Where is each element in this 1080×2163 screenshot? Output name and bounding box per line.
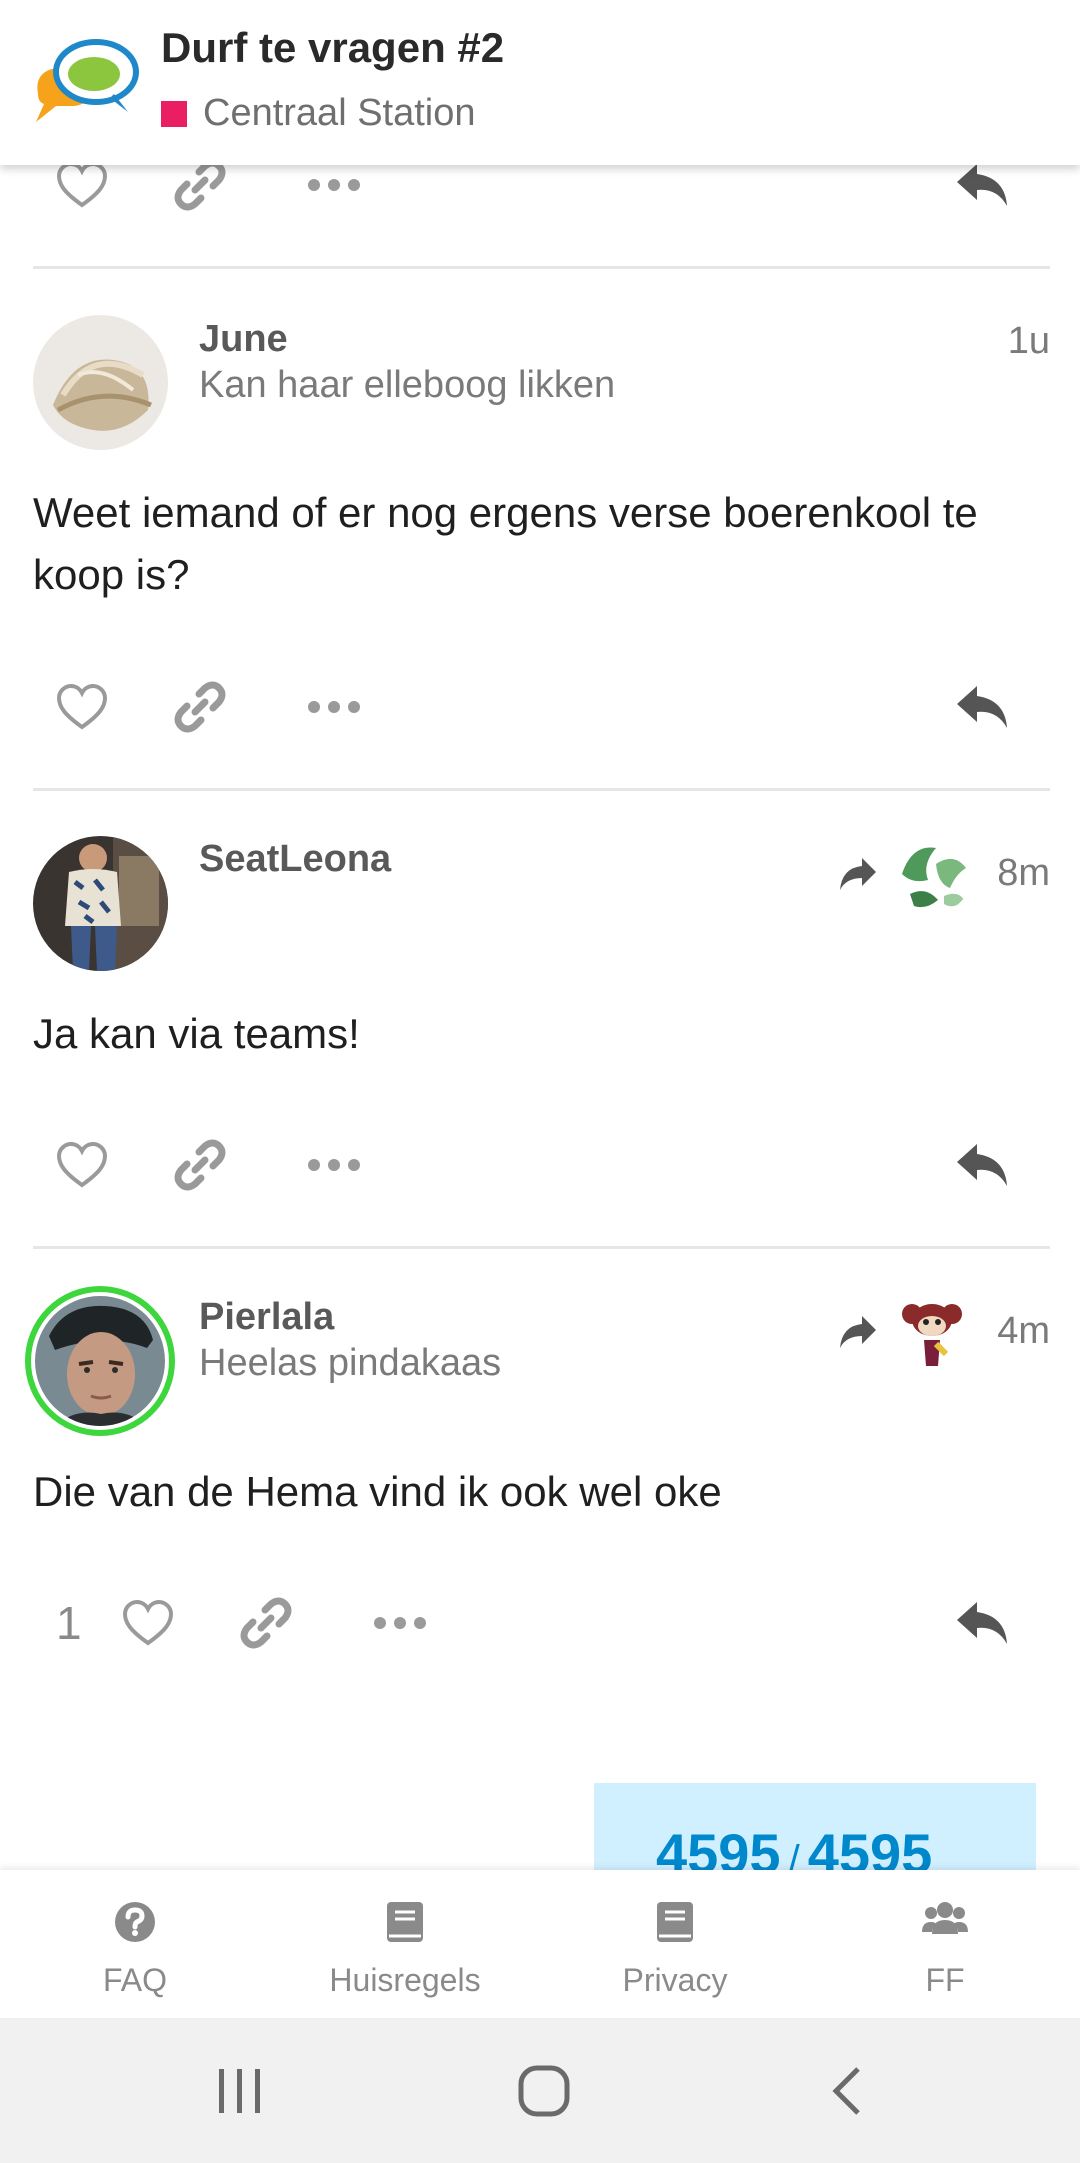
share-arrow-icon [840,1316,876,1348]
post-body: Ja kan via teams! [33,1010,360,1057]
reply-button[interactable] [952,662,1012,752]
topic-progress[interactable]: 4595/4595 [594,1783,1036,1873]
reply-icon [957,164,1007,206]
heart-icon [56,161,108,208]
link-button[interactable] [170,662,230,752]
link-button[interactable] [170,1120,230,1210]
reply-to-tab[interactable] [838,1292,972,1372]
post-divider [33,266,1050,269]
question-circle-icon [113,1900,157,1949]
ellipsis-icon [308,179,360,191]
more-button[interactable] [370,1578,430,1668]
post-date[interactable]: 4m [997,1310,1050,1353]
like-button[interactable] [118,1578,178,1668]
link-icon [174,1139,226,1191]
topic-header: Durf te vragen #2 Centraal Station [0,0,1080,165]
link-icon [240,1597,292,1649]
category-name: Centraal Station [203,92,476,134]
home-button[interactable] [504,2018,584,2163]
home-icon [518,2065,570,2116]
share-arrow-icon [840,858,876,890]
post-date[interactable]: 1u [1008,320,1050,363]
category-link[interactable]: Centraal Station [161,92,476,135]
username[interactable]: SeatLeona [199,838,391,881]
book-icon [655,1900,695,1949]
ellipsis-icon [308,701,360,713]
more-button[interactable] [304,662,364,752]
progress-total: 4595 [807,1822,933,1873]
post-divider [33,1246,1050,1249]
nav-faq[interactable]: FAQ [0,1870,270,2018]
avatar[interactable] [25,1286,175,1436]
link-icon [174,681,226,733]
nav-ff[interactable]: FF [810,1870,1080,2018]
topic-title[interactable]: Durf te vragen #2 [161,24,504,72]
post-actions [0,662,1080,752]
like-button[interactable] [52,1120,112,1210]
footer-nav: FAQ Huisregels Privacy FF [0,1870,1080,2018]
nav-label: Huisregels [329,1962,481,1998]
reply-icon [957,1144,1007,1186]
reply-to-tab[interactable] [838,834,972,914]
reply-icon [957,1602,1007,1644]
post-body: Die van de Hema vind ik ook wel oke [33,1468,722,1515]
nav-label: FF [925,1962,965,1998]
post-divider [33,788,1050,791]
nav-label: Privacy [622,1962,728,1998]
system-nav-bar [0,2018,1080,2163]
back-button[interactable] [806,2018,886,2163]
heart-icon [56,1141,108,1188]
avatar[interactable] [33,836,168,971]
heart-icon [122,1599,174,1646]
user-title: Kan haar elleboog likken [199,364,616,406]
nav-privacy[interactable]: Privacy [540,1870,810,2018]
reply-to-avatar [892,834,972,914]
user-title: Heelas pindakaas [199,1342,502,1384]
link-button[interactable] [236,1578,296,1668]
back-icon [832,2066,860,2115]
progress-counter: 4595/4595 [656,1821,932,1873]
reply-button[interactable] [952,1120,1012,1210]
post-actions: 1 [0,1578,1080,1668]
recent-apps-icon [219,2068,260,2113]
post-actions [0,1120,1080,1210]
more-button[interactable] [304,1120,364,1210]
avatar[interactable] [33,315,168,450]
nav-huisregels[interactable]: Huisregels [270,1870,540,2018]
progress-separator: / [788,1838,800,1873]
like-count[interactable]: 1 [56,1596,82,1650]
site-logo[interactable] [30,32,142,128]
like-button[interactable] [52,662,112,752]
username[interactable]: June [199,318,288,361]
post-body: Weet iemand of er nog ergens verse boere… [33,489,978,598]
ellipsis-icon [374,1617,426,1629]
category-badge [161,100,187,127]
recent-apps-button[interactable] [200,2018,280,2163]
post-date[interactable]: 8m [997,852,1050,895]
username[interactable]: Pierlala [199,1296,334,1339]
book-icon [385,1900,425,1949]
progress-current: 4595 [656,1822,781,1873]
reply-icon [957,686,1007,728]
users-icon [922,1900,968,1941]
heart-icon [56,683,108,730]
nav-label: FAQ [102,1962,167,1998]
reply-to-avatar [892,1292,972,1372]
ellipsis-icon [308,1159,360,1171]
link-icon [174,159,226,211]
reply-button[interactable] [952,1578,1012,1668]
